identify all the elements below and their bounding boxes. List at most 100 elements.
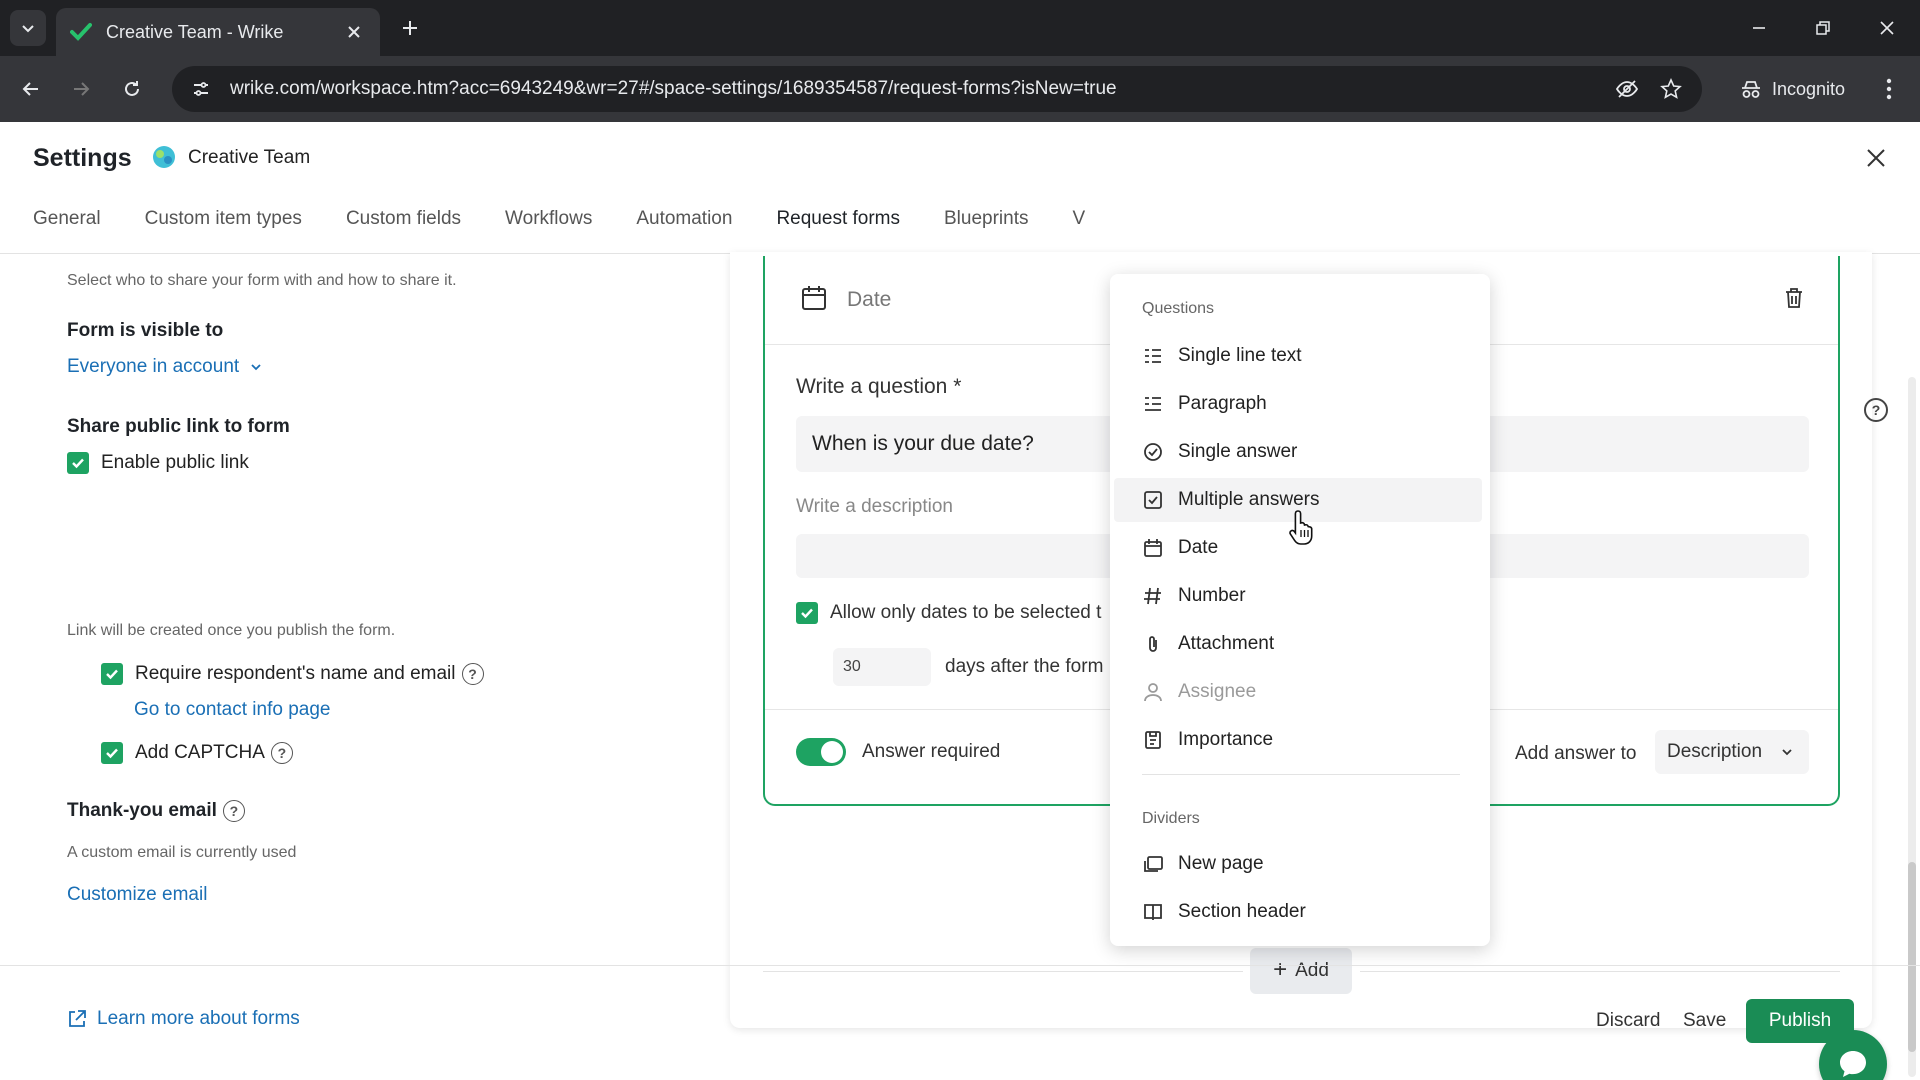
answer-required-label: Answer required: [862, 741, 1001, 762]
chevron-down-icon: [1782, 749, 1792, 756]
add-divider-right: [1360, 971, 1840, 972]
checkmark-icon: [801, 608, 813, 619]
add-button-label: Add: [1295, 960, 1329, 981]
enable-public-link-label: Enable public link: [101, 452, 249, 473]
days-after-label: days after the form: [945, 656, 1104, 677]
scrollbar-thumb[interactable]: [1908, 862, 1916, 1052]
hand-cursor-icon: [1289, 510, 1313, 545]
space-name: Creative Team: [188, 147, 311, 168]
minimize-button[interactable]: [1745, 14, 1773, 42]
tracking-protection-icon[interactable]: [1612, 74, 1642, 104]
browser-menu-button[interactable]: [1876, 76, 1902, 102]
single-line-text-icon: [1142, 345, 1164, 367]
browser-tabstrip: Creative Team - Wrike: [0, 0, 1920, 56]
days-input[interactable]: 30: [833, 648, 931, 686]
menu-item-label: Number: [1178, 585, 1246, 606]
tab-close-icon[interactable]: [342, 20, 366, 44]
close-icon: [1867, 149, 1885, 167]
days-input-value: 30: [843, 658, 861, 675]
trash-icon[interactable]: [1783, 286, 1805, 310]
menu-item-number[interactable]: Number: [1110, 574, 1478, 618]
discard-button[interactable]: Discard: [1596, 1010, 1660, 1032]
save-button[interactable]: Save: [1683, 1010, 1726, 1032]
menu-item-attachment[interactable]: Attachment: [1110, 622, 1478, 666]
window-close-button[interactable]: [1873, 14, 1901, 42]
learn-more-label: Learn more about forms: [97, 1008, 300, 1029]
answer-required-toggle[interactable]: [796, 738, 846, 766]
captcha-checkbox[interactable]: [101, 742, 123, 764]
page-title: Settings: [33, 144, 132, 172]
add-question-menu: Questions Single line text Paragraph Sin…: [1110, 274, 1490, 946]
menu-item-section-header[interactable]: Section header: [1110, 890, 1478, 934]
bookmark-star-icon[interactable]: [1656, 74, 1686, 104]
require-name-label: Require respondent's name and email: [135, 663, 456, 684]
incognito-indicator[interactable]: Incognito: [1722, 66, 1858, 112]
publish-button[interactable]: Publish: [1746, 999, 1854, 1043]
captcha-row: Add CAPTCHA ?: [101, 742, 293, 764]
help-icon[interactable]: ?: [222, 800, 245, 822]
footer-divider: [0, 965, 1920, 966]
thank-you-note: A custom email is currently used: [67, 844, 297, 861]
add-question-button[interactable]: + Add: [1250, 948, 1352, 994]
thank-you-row: Thank-you email ?: [67, 800, 245, 822]
back-button[interactable]: [16, 74, 46, 104]
write-question-label: Write a question *: [796, 375, 962, 398]
add-answer-to-dropdown[interactable]: Description: [1655, 730, 1809, 774]
menu-item-label: Single line text: [1178, 345, 1302, 366]
captcha-label: Add CAPTCHA: [135, 742, 265, 763]
customize-email-link[interactable]: Customize email: [67, 884, 207, 906]
question-input-value: When is your due date?: [812, 432, 1034, 455]
tab-title: Creative Team - Wrike: [106, 21, 284, 42]
chevron-down-icon: [22, 25, 34, 33]
visibility-dropdown[interactable]: Everyone in account: [67, 356, 263, 378]
learn-more-link[interactable]: Learn more about forms: [67, 1008, 300, 1030]
menu-item-new-page[interactable]: New page: [1110, 842, 1478, 886]
reload-button[interactable]: [117, 74, 147, 104]
minimize-icon: [1753, 27, 1765, 29]
site-info-icon[interactable]: [188, 76, 214, 102]
arrow-left-icon: [22, 82, 38, 96]
space-avatar-icon: [153, 146, 175, 168]
url-text: wrike.com/workspace.htm?acc=6943249&wr=2…: [230, 78, 1117, 99]
address-bar[interactable]: wrike.com/workspace.htm?acc=6943249&wr=2…: [172, 66, 1702, 112]
restore-button[interactable]: [1809, 14, 1837, 42]
help-icon[interactable]: ?: [270, 742, 293, 764]
external-link-icon: [69, 1010, 86, 1027]
person-icon: [1142, 681, 1164, 703]
menu-item-assignee: Assignee: [1110, 670, 1478, 714]
menu-item-label: Section header: [1178, 901, 1306, 922]
browser-tab[interactable]: Creative Team - Wrike: [56, 8, 380, 56]
new-tab-button[interactable]: [396, 14, 424, 42]
reload-icon: [125, 81, 139, 96]
allow-dates-row: Allow only dates to be selected t: [796, 602, 1101, 624]
wrike-logo-icon: [70, 23, 92, 41]
add-answer-to-label: Add answer to: [1515, 743, 1637, 764]
calendar-icon: [802, 286, 826, 310]
settings-page: Settings Creative Team General Custom it…: [0, 122, 1920, 1080]
chat-icon: [1840, 1051, 1866, 1077]
menu-item-paragraph[interactable]: Paragraph: [1110, 382, 1478, 426]
visibility-label: Form is visible to: [67, 320, 224, 341]
menu-item-single-line-text[interactable]: Single line text: [1110, 334, 1478, 378]
menu-item-single-answer[interactable]: Single answer: [1110, 430, 1478, 474]
importance-icon: [1142, 729, 1164, 751]
require-name-checkbox[interactable]: [101, 663, 123, 685]
single-answer-icon: [1142, 441, 1164, 463]
menu-item-importance[interactable]: Importance: [1110, 718, 1478, 762]
contact-info-link[interactable]: Go to contact info page: [134, 699, 330, 721]
incognito-label: Incognito: [1772, 78, 1846, 99]
close-settings-button[interactable]: [1862, 144, 1890, 172]
forward-button[interactable]: [66, 74, 96, 104]
help-icon[interactable]: ?: [461, 663, 484, 685]
paperclip-icon: [1142, 633, 1164, 655]
tab-search-button[interactable]: [10, 10, 46, 46]
checkmark-icon: [106, 748, 118, 759]
questions-section-header: Questions: [1142, 300, 1215, 317]
help-icon[interactable]: ?: [1864, 398, 1888, 422]
checkmark-icon: [106, 669, 118, 680]
enable-public-link-checkbox[interactable]: [67, 452, 89, 474]
menu-item-label: Single answer: [1178, 441, 1298, 462]
plus-icon: [403, 21, 417, 35]
allow-dates-checkbox[interactable]: [796, 602, 818, 624]
chevron-down-icon: [251, 364, 261, 371]
